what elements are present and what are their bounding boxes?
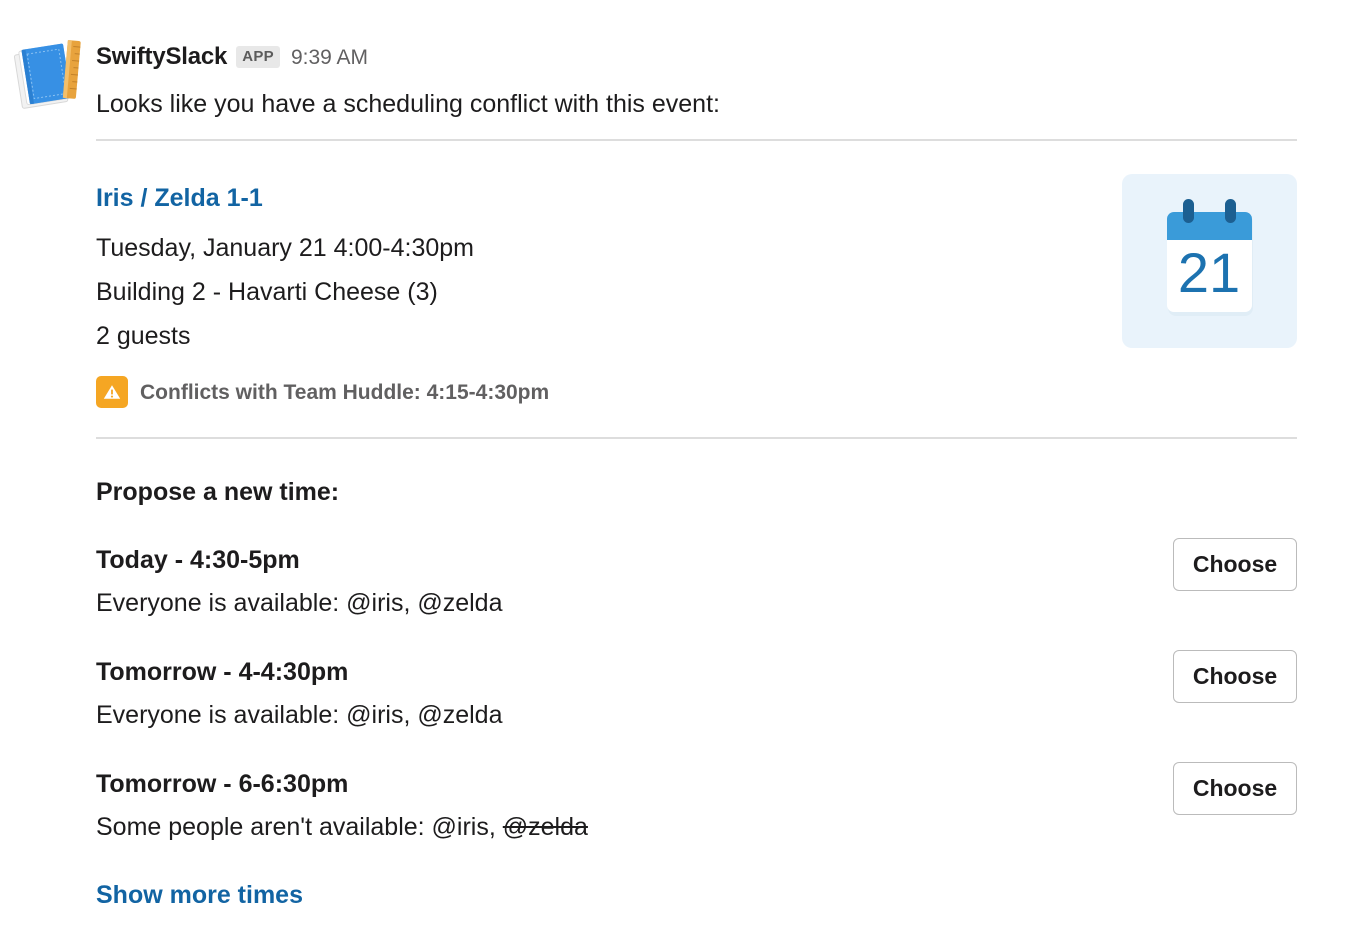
- time-slot-availability: Everyone is available: @iris, @zelda: [96, 699, 1297, 731]
- conflict-notice: Conflicts with Team Huddle: 4:15-4:30pm: [96, 376, 549, 408]
- propose-heading: Propose a new time:: [96, 478, 340, 506]
- show-more-times-link[interactable]: Show more times: [96, 879, 303, 911]
- choose-button[interactable]: Choose: [1173, 538, 1297, 591]
- time-slot-availability: Everyone is available: @iris, @zelda: [96, 587, 1297, 619]
- conflict-text: Conflicts with Team Huddle: 4:15-4:30pm: [140, 380, 550, 404]
- event-location: Building 2 - Havarti Cheese (3): [96, 278, 438, 306]
- availability-text: Everyone is available: @iris, @zelda: [96, 701, 503, 729]
- event-guests: 2 guests: [96, 322, 191, 350]
- divider-top: [96, 139, 1297, 141]
- availability-text: Everyone is available: @iris, @zelda: [96, 589, 503, 617]
- notebook-ruler-icon: [13, 40, 81, 109]
- warning-icon: [96, 376, 128, 408]
- unavailable-user: @zelda: [502, 813, 588, 841]
- message-intro-text: Looks like you have a scheduling conflic…: [96, 90, 720, 118]
- availability-text: Some people aren't available: @iris,: [96, 813, 503, 841]
- message-timestamp[interactable]: 9:39 AM: [291, 47, 368, 68]
- choose-button[interactable]: Choose: [1173, 762, 1297, 815]
- app-badge: APP: [236, 46, 280, 68]
- slack-message: SwiftySlack APP 9:39 AM Looks like you h…: [0, 0, 1365, 932]
- time-slot-option: Tomorrow - 6-6:30pm Some people aren't a…: [96, 762, 1297, 843]
- time-slot-availability: Some people aren't available: @iris, @ze…: [96, 811, 1297, 843]
- sender-name[interactable]: SwiftySlack: [96, 45, 227, 69]
- choose-button[interactable]: Choose: [1173, 650, 1297, 703]
- calendar-icon: 21: [1167, 199, 1253, 316]
- message-header: SwiftySlack APP 9:39 AM: [96, 42, 368, 72]
- time-slot-option: Tomorrow - 4-4:30pm Everyone is availabl…: [96, 650, 1297, 731]
- event-date-time: Tuesday, January 21 4:00-4:30pm: [96, 234, 475, 262]
- time-slot-option: Today - 4:30-5pm Everyone is available: …: [96, 538, 1297, 619]
- event-calendar-thumbnail: 21: [1122, 174, 1297, 348]
- time-slot-title: Today - 4:30-5pm: [96, 546, 300, 574]
- event-title-link[interactable]: Iris / Zelda 1-1: [96, 182, 263, 214]
- divider-bottom: [96, 437, 1297, 439]
- app-avatar[interactable]: [10, 38, 88, 116]
- time-slot-title: Tomorrow - 6-6:30pm: [96, 770, 349, 798]
- event-details: Iris / Zelda 1-1 Tuesday, January 21 4:0…: [96, 182, 1096, 358]
- time-slot-title: Tomorrow - 4-4:30pm: [96, 658, 349, 686]
- calendar-day-number: 21: [1178, 241, 1240, 304]
